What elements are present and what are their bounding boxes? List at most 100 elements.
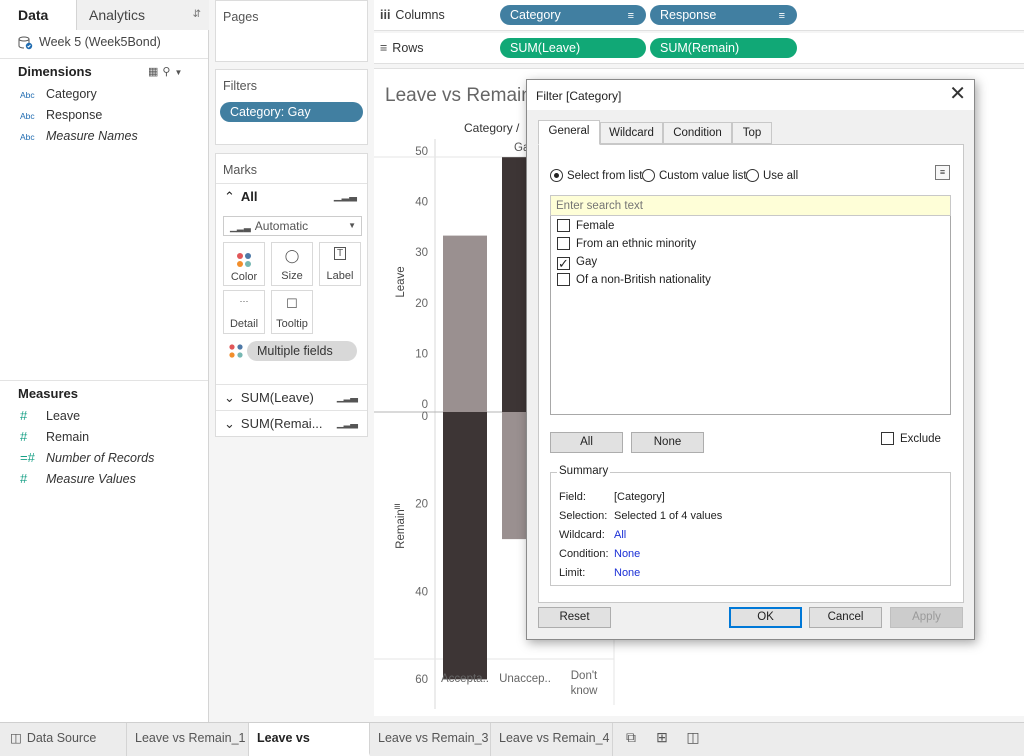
summary-field-value: [Category]	[614, 491, 665, 503]
marks-sum-leave[interactable]: ⌄ SUM(Leave) ▁▂▃	[216, 384, 367, 410]
dimension-field[interactable]: Abc Category	[20, 84, 97, 104]
tab-analytics[interactable]: Analytics ⇵	[77, 0, 209, 30]
value-list-item[interactable]: Female	[557, 218, 614, 236]
tab-general[interactable]: General	[538, 120, 600, 145]
tab-wildcard[interactable]: Wildcard	[600, 122, 663, 144]
mark-type-value: Automatic	[254, 219, 309, 233]
rows-shelf[interactable]: ≡ Rows SUM(Leave) SUM(Remain)	[374, 33, 1024, 64]
marks-all-row[interactable]: ⌃ All ▁▂▃	[216, 183, 367, 209]
measure-field[interactable]: # Leave	[20, 406, 80, 426]
multiple-fields-pill[interactable]: Multiple fields	[247, 341, 357, 361]
chevron-down-icon[interactable]: ▼	[174, 68, 186, 77]
value-list-item[interactable]: From an ethnic minority	[557, 236, 696, 254]
measure-field[interactable]: =# Number of Records	[20, 448, 154, 468]
none-button[interactable]: None	[631, 432, 704, 453]
exclude-checkbox[interactable]: Exclude	[881, 432, 941, 445]
measure-field[interactable]: # Remain	[20, 427, 89, 447]
dimension-field[interactable]: Abc Measure Names	[20, 126, 138, 146]
sheet-tab[interactable]: Leave vs Remain_3	[370, 723, 491, 756]
new-story-icon[interactable]: ◫	[682, 729, 704, 749]
mark-type-dropdown[interactable]: ▁▂▃ Automatic ▼	[223, 216, 362, 236]
label-button[interactable]: T Label	[319, 242, 361, 286]
leave-bar[interactable]	[443, 235, 487, 412]
new-worksheet-icon[interactable]: ⧉	[620, 729, 642, 749]
grid-view-icon[interactable]: ▦	[148, 66, 162, 78]
radio-select-from-list[interactable]: Select from list	[550, 168, 642, 184]
dimension-field[interactable]: Abc Response	[20, 105, 102, 125]
remain-bar[interactable]	[443, 412, 487, 680]
leave-axis-label: Leave	[395, 266, 407, 297]
summary-wildcard-key: Wildcard:	[559, 529, 605, 541]
leave-axis-tick: 50	[415, 146, 428, 158]
sheet-tab[interactable]: Leave vs Remain_2	[249, 723, 370, 756]
column-pill-category-label: Category	[510, 8, 561, 22]
summary-wildcard-link[interactable]: All	[614, 529, 626, 541]
value-list-item[interactable]: ✓ Gay	[557, 254, 597, 272]
filter-pill-category[interactable]: Category: Gay	[220, 102, 363, 122]
row-pill-sum-leave[interactable]: SUM(Leave)	[500, 38, 646, 58]
tooltip-button[interactable]: ☐ Tooltip	[271, 290, 313, 334]
columns-shelf[interactable]: iii Columns Category ≡ Response ≡	[374, 0, 1024, 31]
sheet-tabs-bar: ◫ Data Source Leave vs Remain_1 Leave vs R…	[0, 722, 1024, 756]
radio-unchecked-icon	[642, 169, 655, 182]
tab-data[interactable]: Data	[0, 0, 77, 30]
reset-button[interactable]: Reset	[538, 607, 611, 628]
marks-title: Marks	[223, 163, 258, 177]
sort-icon: ≡	[627, 10, 634, 22]
sheet-tab[interactable]: Leave vs Remain_4	[491, 723, 613, 756]
filters-card[interactable]: Filters Category: Gay	[215, 69, 368, 145]
radio-custom-value-list[interactable]: Custom value list	[642, 168, 747, 184]
summary-group: Summary Field: [Category] Selection: Selec…	[550, 465, 951, 586]
value-list-item[interactable]: Of a non-British nationality	[557, 272, 711, 290]
column-pill-response[interactable]: Response ≡	[650, 5, 797, 25]
bar-chart-icon: ▁▂▃	[230, 222, 251, 232]
data-source-tab[interactable]: ◫ Data Source	[0, 723, 127, 756]
category-label: Don't	[571, 670, 598, 682]
summary-limit-link[interactable]: None	[614, 567, 640, 579]
category-label: know	[571, 685, 599, 697]
values-list: Female From an ethnic minority ✓ Gay Of a no…	[550, 216, 951, 415]
column-pill-response-label: Response	[660, 8, 717, 22]
sheet-tab-label: Leave vs Remain_1	[135, 731, 246, 745]
color-button[interactable]: Color	[223, 242, 265, 286]
marks-sum-remain[interactable]: ⌄ SUM(Remai... ▁▂▃	[216, 410, 367, 436]
search-input[interactable]	[550, 195, 951, 216]
row-pill-sum-remain[interactable]: SUM(Remain)	[650, 38, 797, 58]
marks-sum-remain-label: SUM(Remai...	[240, 416, 323, 431]
radio-use-all[interactable]: Use all	[746, 168, 798, 184]
size-button[interactable]: ◯ Size	[271, 242, 313, 286]
summary-limit-row: Limit: None	[559, 565, 640, 581]
checkbox-unchecked-icon	[557, 219, 570, 232]
leave-axis-tick: 20	[415, 298, 428, 310]
divider	[0, 58, 208, 59]
dialog-general-panel: Select from list Custom value list Use a…	[538, 144, 964, 603]
measure-field[interactable]: # Measure Values	[20, 469, 136, 489]
summary-condition-link[interactable]: None	[614, 548, 640, 560]
size-label: Size	[281, 270, 303, 282]
sort-descending-icon[interactable]: ≡	[394, 501, 400, 513]
all-button[interactable]: All	[550, 432, 623, 453]
pages-card[interactable]: Pages	[215, 0, 368, 62]
search-icon[interactable]: ⚲	[162, 66, 174, 78]
apply-button[interactable]: Apply	[890, 607, 963, 628]
column-pill-category[interactable]: Category ≡	[500, 5, 646, 25]
tab-condition[interactable]: Condition	[663, 122, 732, 144]
value-label: Female	[576, 220, 615, 232]
data-pane-tabs: Data Analytics ⇵	[0, 0, 209, 30]
ok-button[interactable]: OK	[729, 607, 802, 628]
summary-limit-key: Limit:	[559, 567, 586, 579]
datasource-icon: ◫	[10, 731, 22, 745]
string-type-icon: Abc	[20, 90, 35, 100]
detail-dots-icon: ⋯	[239, 296, 249, 306]
radio-all-label: Use all	[763, 170, 799, 182]
list-menu-icon[interactable]: ≡	[935, 165, 950, 180]
sheet-tab[interactable]: Leave vs Remain_1	[127, 723, 249, 756]
close-icon[interactable]: ✕	[949, 83, 966, 105]
cancel-button[interactable]: Cancel	[809, 607, 882, 628]
datasource-item[interactable]: Week 5 (Week5Bond)	[18, 33, 161, 51]
measures-title: Measures	[18, 386, 78, 401]
chevron-up-icon: ⌃	[224, 189, 235, 204]
new-dashboard-icon[interactable]: ⊞	[651, 729, 673, 749]
tab-top[interactable]: Top	[732, 122, 772, 144]
detail-button[interactable]: ⋯ Detail	[223, 290, 265, 334]
